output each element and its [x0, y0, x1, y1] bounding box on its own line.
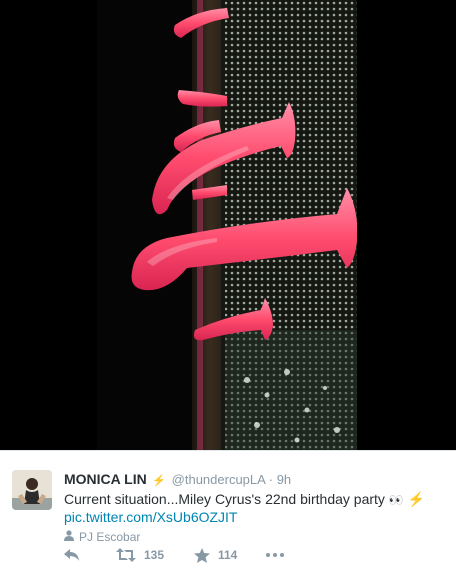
author-name[interactable]: MONICA LIN	[64, 471, 147, 487]
tweet-text: Current situation...Miley Cyrus's 22nd b…	[64, 491, 449, 509]
person-icon	[64, 529, 74, 545]
retweet-count: 135	[144, 548, 165, 562]
tweet-header: MONICA LIN ⚡ @thundercupLA · 9h	[64, 470, 449, 488]
tagged-user-name: PJ Escobar	[79, 530, 141, 544]
favorite-button[interactable]: 114	[194, 547, 266, 563]
media-divider	[0, 450, 456, 451]
reply-icon	[64, 548, 80, 562]
tweet-text-body: Current situation...Miley Cyrus's 22nd b…	[64, 491, 385, 507]
favorite-count: 114	[218, 548, 238, 562]
tweet-media[interactable]	[0, 0, 456, 450]
retweet-icon	[116, 548, 136, 562]
tweet-photo[interactable]	[97, 0, 357, 450]
tweet-body: MONICA LIN ⚡ @thundercupLA · 9h Current …	[64, 470, 449, 545]
tweet-actions: 135 114	[64, 545, 364, 565]
tagged-user[interactable]: PJ Escobar	[64, 529, 449, 545]
eyes-emoji: 👀	[388, 493, 404, 507]
tweet-media-link[interactable]: pic.twitter.com/XsUb6OZJIT	[64, 509, 449, 526]
retweet-button[interactable]: 135	[116, 548, 194, 562]
reply-button[interactable]	[64, 548, 116, 562]
star-icon	[194, 547, 210, 563]
more-dots-icon	[266, 553, 284, 557]
more-button[interactable]	[266, 553, 296, 557]
author-bolt-emoji: ⚡	[152, 475, 167, 487]
avatar[interactable]	[12, 470, 52, 510]
header-separator: ·	[268, 472, 274, 487]
author-handle[interactable]: @thundercupLA	[172, 472, 265, 487]
bolt-emoji: ⚡	[407, 491, 426, 507]
tweet-timestamp[interactable]: 9h	[277, 472, 291, 487]
